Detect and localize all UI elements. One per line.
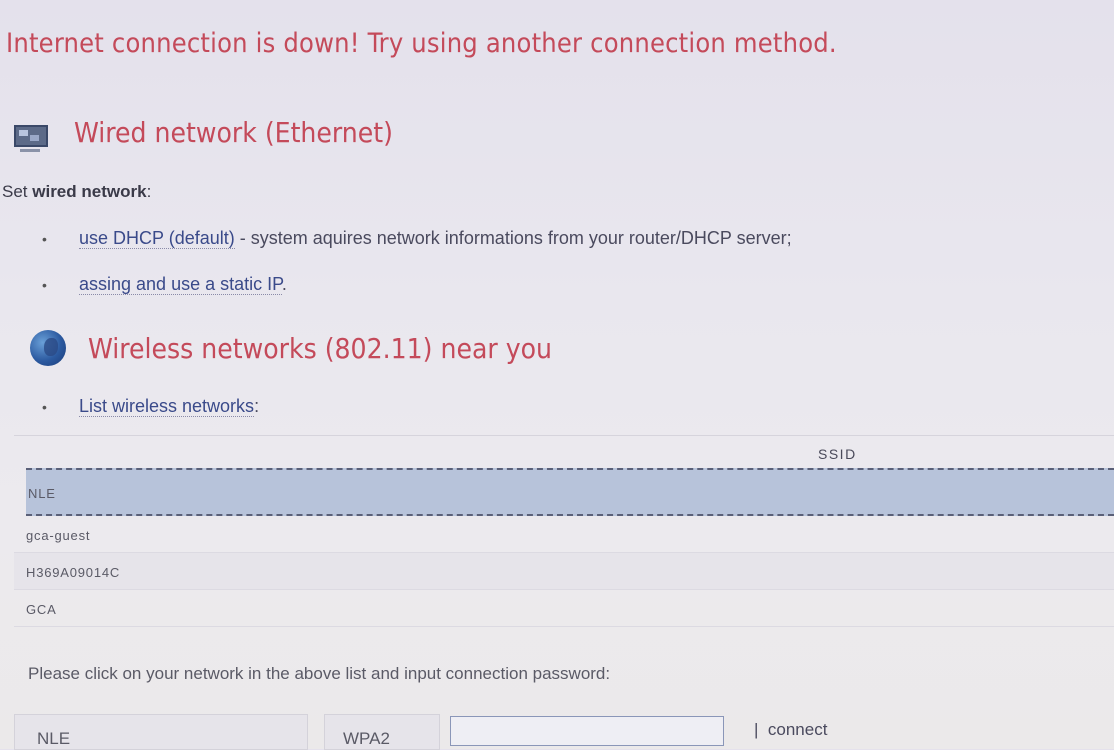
network-ssid: NLE [28, 486, 56, 501]
password-input[interactable] [450, 716, 724, 746]
list-wireless-option: • List wireless networks: [42, 396, 259, 417]
connection-down-alert: Internet connection is down! Try using a… [6, 28, 837, 59]
ssid-column-header[interactable]: SSID [818, 446, 857, 462]
encryption-type-field: WPA2 [324, 714, 440, 750]
static-ip-option: • assing and use a static IP. [42, 274, 287, 295]
globe-icon [30, 330, 66, 366]
bullet-icon: • [42, 277, 47, 293]
ethernet-icon [14, 121, 48, 152]
set-wired-bold: wired network [32, 182, 147, 201]
wireless-section-title: Wireless networks (802.11) near you [88, 331, 553, 365]
dhcp-description: - system aquires network informations fr… [234, 228, 792, 248]
list-suffix: : [254, 396, 260, 416]
connect-instruction: Please click on your network in the abov… [28, 664, 611, 683]
dhcp-option: • use DHCP (default) - system aquires net… [42, 228, 792, 249]
selected-ssid-field: NLE [14, 714, 308, 750]
encryption-type-value: WPA2 [343, 729, 390, 748]
selected-ssid-value: NLE [37, 729, 71, 748]
network-row[interactable]: gca-guest [14, 516, 1114, 553]
use-dhcp-link[interactable]: use DHCP (default) [79, 228, 235, 249]
wired-section-header: Wired network (Ethernet) [14, 116, 393, 152]
network-row-selected[interactable]: NLE [26, 468, 1114, 516]
connection-form: NLE WPA2 | connect [14, 710, 1114, 750]
table-header: SSID [14, 435, 1114, 468]
wired-section-title: Wired network (Ethernet) [74, 116, 393, 149]
set-suffix: : [146, 182, 152, 201]
network-ssid: H369A09014C [26, 565, 121, 580]
network-ssid: GCA [26, 602, 57, 617]
connect-group: | connect [754, 720, 827, 740]
static-ip-suffix: . [281, 274, 287, 294]
bullet-icon: • [42, 399, 47, 415]
connect-button[interactable]: connect [768, 720, 828, 739]
bullet-icon: • [42, 231, 47, 247]
set-wired-network-label: Set wired network: [2, 182, 151, 202]
static-ip-link[interactable]: assing and use a static IP [79, 274, 282, 295]
network-row[interactable]: GCA [14, 590, 1114, 627]
separator: | [754, 720, 759, 739]
network-ssid: gca-guest [26, 528, 91, 543]
wireless-section-header: Wireless networks (802.11) near you [30, 330, 552, 366]
network-row[interactable]: H369A09014C [14, 553, 1114, 590]
wireless-networks-table: SSID NLE gca-guest H369A09014C GCA [14, 435, 1114, 627]
set-prefix: Set [2, 182, 33, 201]
list-wireless-networks-link[interactable]: List wireless networks [79, 396, 255, 417]
